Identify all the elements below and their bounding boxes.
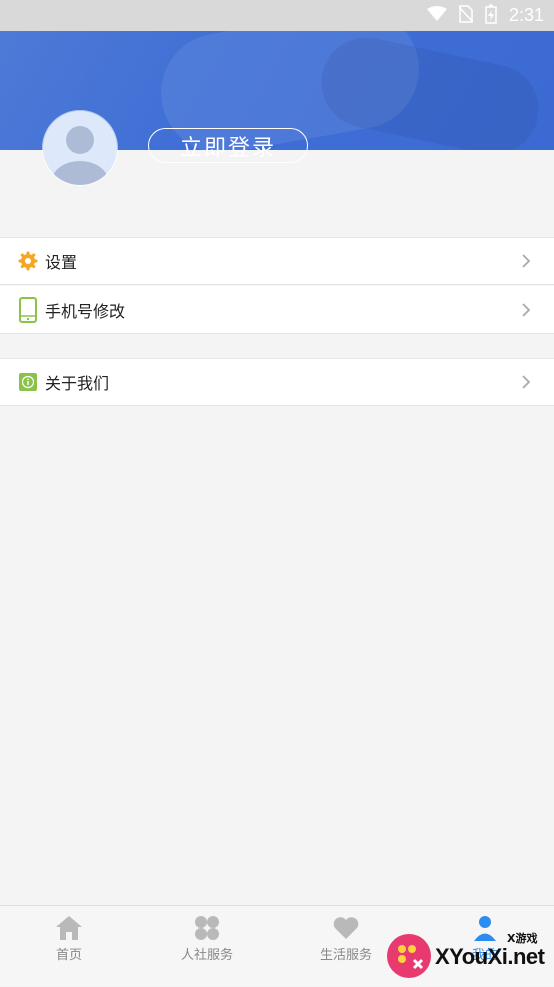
login-button[interactable]: 立即登录 <box>148 128 308 163</box>
menu-item-label: 手机号修改 <box>45 301 126 321</box>
avatar[interactable] <box>43 111 117 185</box>
battery-charging-icon <box>485 4 497 28</box>
banner-decoration <box>313 31 547 150</box>
menu-item-label: 关于我们 <box>45 374 110 393</box>
status-bar: 2:31 <box>0 0 554 31</box>
menu-item-about-us[interactable]: 关于我们 <box>0 358 554 406</box>
clover-icon <box>193 914 221 942</box>
status-icons: 2:31 <box>426 0 544 31</box>
phone-icon <box>18 296 38 323</box>
tab-label: 人社服务 <box>180 948 233 963</box>
tab-label: 首页 <box>55 948 82 963</box>
status-time: 2:31 <box>508 5 544 25</box>
menu-item-settings[interactable]: 设置 <box>0 237 554 285</box>
home-icon <box>55 914 83 942</box>
watermark-main: XYouXi.net <box>435 944 545 969</box>
chevron-right-icon <box>516 300 536 320</box>
watermark-logo: X游戏 XYouXi.net <box>383 926 554 986</box>
chevron-right-icon <box>516 251 536 271</box>
wifi-icon <box>426 5 447 26</box>
no-sim-icon <box>458 4 474 27</box>
menu-item-label: 设置 <box>45 253 78 272</box>
tab-social-services[interactable]: 人社服务 <box>138 906 276 987</box>
settings-gear-icon <box>18 250 38 272</box>
tab-home[interactable]: 首页 <box>0 906 138 987</box>
info-icon <box>18 371 38 393</box>
default-avatar-icon <box>52 126 108 185</box>
login-button-label: 立即登录 <box>179 136 276 161</box>
heart-icon <box>332 914 360 942</box>
chevron-right-icon <box>516 372 536 392</box>
gamepad-icon <box>387 934 431 978</box>
menu-item-phone-change[interactable]: 手机号修改 <box>0 286 554 334</box>
